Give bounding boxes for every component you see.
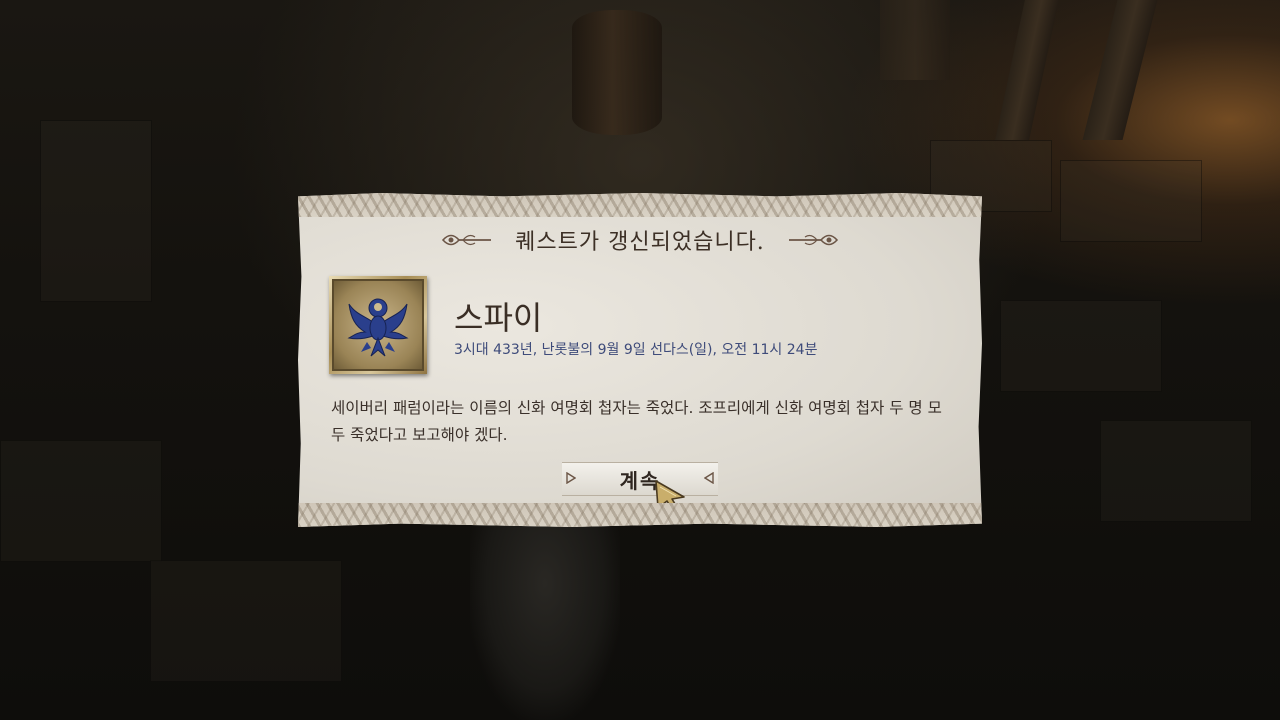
shelf (880, 0, 950, 80)
arrow-left-icon (704, 472, 714, 484)
wooden-beam (995, 0, 1059, 140)
quest-emblem (329, 276, 427, 374)
flourish-left-icon (442, 234, 492, 246)
floor-stone (1100, 420, 1252, 522)
parchment-border-bottom (298, 503, 982, 527)
dialog-title: 퀘스트가 갱신되었습니다. (515, 230, 765, 255)
flourish-right-icon (788, 234, 838, 246)
floor-stone (0, 440, 162, 562)
quest-updated-dialog: 퀘스트가 갱신되었습니다. 스파이 3시대 433년, 난롯불의 9월 9일 선… (298, 193, 982, 527)
phoenix-crest-icon (347, 298, 409, 357)
floor-stone (1060, 160, 1202, 242)
quest-description: 세이버리 패럼이라는 이름의 신화 여명회 첩자는 죽었다. 조프리에게 신화 … (331, 399, 942, 444)
wall-panel (40, 120, 152, 302)
player-character (470, 525, 620, 720)
floor-stone (150, 560, 342, 682)
quest-date: 3시대 433년, 난롯불의 9월 9일 선다스(일), 오전 11시 24분 (454, 342, 818, 358)
wooden-beam (1082, 0, 1158, 140)
floor-stone (1000, 300, 1162, 392)
parchment-border-top (298, 193, 982, 217)
quest-name: 스파이 (454, 299, 543, 337)
title-row: 퀘스트가 갱신되었습니다. (298, 223, 982, 257)
continue-button[interactable]: 계속 (562, 462, 718, 496)
arrow-right-icon (566, 472, 576, 484)
barrel (572, 10, 662, 135)
